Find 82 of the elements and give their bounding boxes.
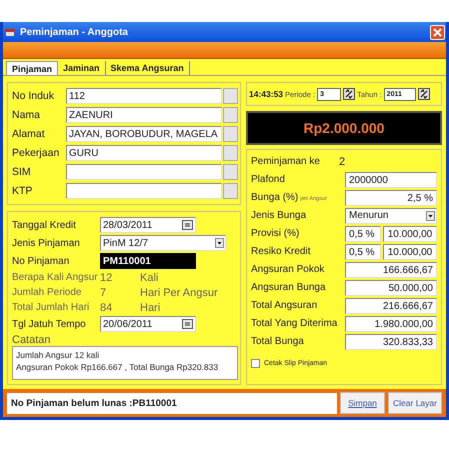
input-field[interactable]: ZAENURI (66, 107, 222, 123)
info-label: Jumlah Periode (12, 287, 82, 298)
input-field[interactable]: 112 (66, 88, 222, 104)
input-field[interactable]: 2,5 % (345, 190, 437, 206)
date-field[interactable]: 20/06/2011 (100, 316, 196, 332)
tab[interactable]: Jaminan (58, 61, 106, 75)
date-value: 28/03/2011 (103, 218, 152, 232)
lookup-button[interactable] (223, 164, 238, 180)
field-label: Bunga (%) (251, 192, 298, 203)
dropdown[interactable]: Menurun (345, 208, 437, 224)
field-label: Angsuran Bunga (251, 282, 327, 293)
close-icon (433, 28, 442, 36)
info-value: 7 (100, 286, 108, 298)
info-value: 84 (100, 302, 114, 314)
info-value: 12 (100, 272, 114, 284)
input-field[interactable]: 2000000 (345, 172, 437, 188)
tab[interactable]: Pinjaman (6, 61, 58, 75)
field-label: Nama (12, 109, 42, 121)
input-field[interactable]: 320.833,33 (345, 334, 437, 350)
loan-count: 2 (339, 156, 346, 168)
action-button[interactable]: Clear Layar (388, 392, 442, 414)
input-field[interactable]: 216.666,67 (345, 298, 437, 314)
field-label: Jenis Pinjaman (12, 238, 81, 248)
clock-time: 14:43:53 (249, 89, 284, 99)
lookup-button[interactable] (223, 183, 238, 199)
dropdown-value: PinM 12/7 (103, 236, 148, 250)
dropdown-value: Menurun (349, 209, 388, 222)
input-field[interactable]: GURU (66, 145, 222, 161)
date-value: 20/06/2011 (103, 318, 152, 330)
info-unit: Hari (140, 302, 160, 314)
tab[interactable]: Skema Angsuran (106, 61, 190, 75)
info-unit: Kali (140, 272, 158, 284)
percent-field[interactable]: 0,5 % (345, 226, 381, 242)
spin-icon[interactable] (343, 88, 356, 100)
action-button[interactable]: Simpan (340, 392, 385, 414)
calendar-icon[interactable] (182, 220, 193, 230)
app-icon (4, 27, 16, 37)
info-label: Berapa Kali Angsur (12, 272, 99, 283)
field-label: Tgl Jatuh Tempo (12, 318, 87, 330)
input-field[interactable] (66, 183, 222, 199)
close-button[interactable] (430, 24, 445, 40)
input-field[interactable]: JAYAN, BOROBUDUR, MAGELA (66, 126, 222, 142)
input-field[interactable]: 50.000,00 (345, 280, 437, 296)
spin-icon[interactable] (418, 88, 430, 100)
field-label: KTP (12, 185, 34, 197)
input-field[interactable] (66, 164, 222, 180)
field-label: Total Bunga (251, 336, 305, 347)
field-label: Resiko Kredit (251, 246, 312, 257)
status-message: No Pinjaman belum lunas :PB110001 (7, 392, 337, 414)
info-label: Total Jumlah Hari (12, 302, 90, 313)
field-label: Plafond (251, 174, 286, 185)
dropdown[interactable]: PinM 12/7 (100, 235, 226, 251)
field-label: Peminjaman ke (251, 156, 321, 167)
amount-display: Rp2.000.000 (246, 111, 442, 145)
input-field[interactable]: 166.666,67 (345, 262, 437, 278)
field-label: No Induk (12, 90, 56, 102)
input-field[interactable]: 10.000,00 (383, 226, 437, 242)
notes-label: Catatan (12, 334, 52, 346)
lookup-button[interactable] (223, 88, 238, 104)
field-label: Jenis Bunga (251, 210, 308, 221)
field-label: Angsuran Pokok (251, 264, 326, 275)
date-field[interactable]: 28/03/2011 (100, 217, 196, 233)
calendar-icon[interactable] (182, 319, 193, 329)
window-title: Peminjaman - Anggota (20, 26, 129, 38)
field-label: Pekerjaan (12, 147, 60, 159)
lookup-button[interactable] (223, 145, 238, 161)
field-label: No Pinjaman (12, 256, 70, 266)
lookup-button[interactable] (223, 126, 238, 142)
field-label: Total Yang Diterima (251, 318, 338, 329)
field-label: SIM (12, 166, 32, 178)
notes-field[interactable]: Jumlah Angsur 12 kali Angsuran Pokok Rp166.667 , Total Bunga Rp320.833 (12, 346, 238, 380)
loan-number-field[interactable]: PM110001 (100, 253, 196, 269)
input-field[interactable]: 1.980.000,00 (345, 316, 437, 332)
percent-field[interactable]: 0,5 % (345, 244, 381, 260)
info-unit: Hari Per Angsur (140, 286, 218, 298)
input-field[interactable]: 10.000,00 (383, 244, 437, 260)
lookup-button[interactable] (223, 107, 238, 123)
checkbox[interactable] (251, 359, 260, 368)
field-label: Total Angsuran (251, 300, 318, 311)
field-label: Tanggal Kredit (12, 220, 77, 230)
field-label: Alamat (12, 128, 46, 140)
field-label: Provisi (%) (251, 228, 300, 239)
